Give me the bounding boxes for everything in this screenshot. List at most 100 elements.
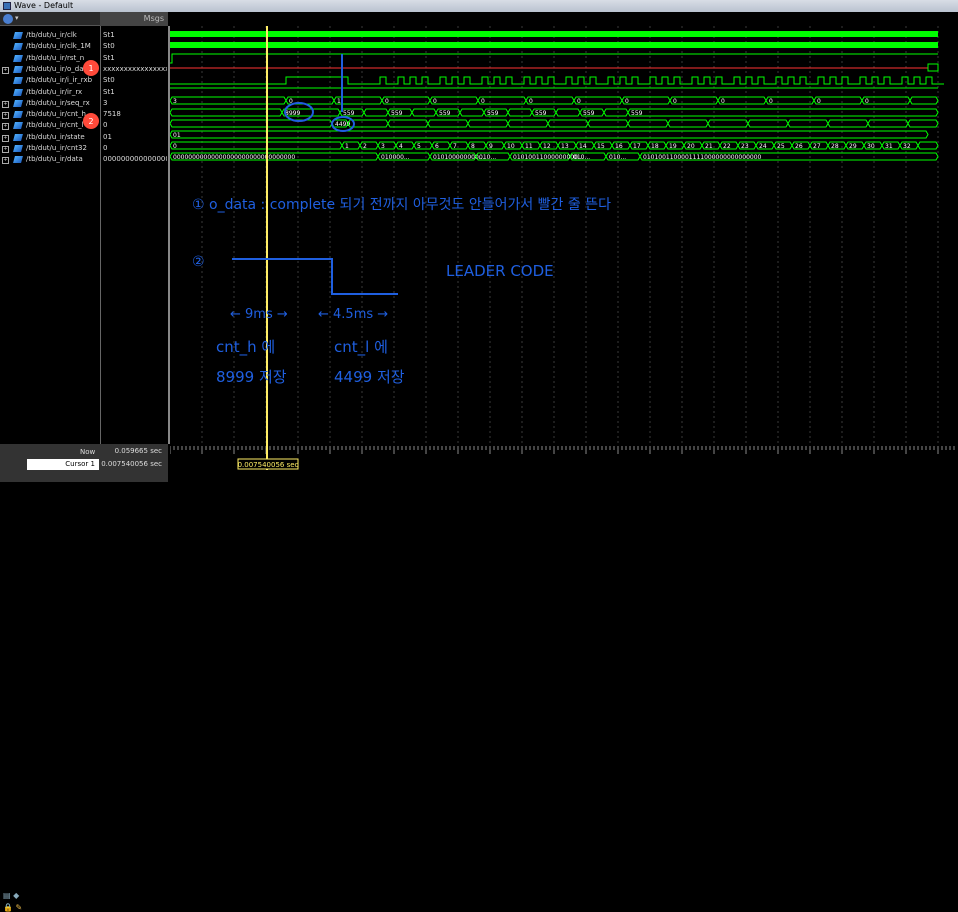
bus-label: 18 bbox=[651, 143, 659, 150]
bus-segment bbox=[627, 119, 669, 128]
bus-label: 0 bbox=[173, 143, 177, 150]
bus-label: 1 bbox=[337, 98, 341, 105]
bus-segment bbox=[765, 96, 815, 105]
signal-row[interactable]: /tb/dut/u_ir/clk_1M bbox=[0, 41, 100, 52]
signal-row[interactable]: + /tb/dut/u_ir/cnt32 bbox=[0, 143, 100, 154]
bus-segment bbox=[381, 96, 431, 105]
bus-label: 2 bbox=[363, 143, 367, 150]
bus-label: 559 bbox=[439, 110, 451, 117]
bus-label: 8 bbox=[471, 143, 475, 150]
signal-row[interactable]: /tb/dut/u_ir/clk bbox=[0, 30, 100, 41]
bus-label: 0 bbox=[481, 98, 485, 105]
bus-label: 010... bbox=[609, 154, 626, 161]
bus-segment bbox=[787, 119, 829, 128]
expand-toggle-icon[interactable]: + bbox=[2, 146, 9, 153]
bus-label: 0 bbox=[721, 98, 725, 105]
expand-toggle-icon[interactable]: + bbox=[2, 123, 9, 131]
wave-clk bbox=[170, 31, 938, 37]
bus-label: 0 bbox=[817, 98, 821, 105]
bus-label: 1 bbox=[345, 143, 349, 150]
signal-name: /tb/dut/u_ir/rst_n bbox=[26, 53, 85, 62]
timeline-ruler[interactable]: 0.007540056 sec bbox=[170, 444, 958, 482]
note-2-marker: ② bbox=[192, 254, 205, 270]
signal-row[interactable]: + /tb/dut/u_ir/state bbox=[0, 132, 100, 143]
bus-segment bbox=[170, 108, 283, 117]
signal-name: /tb/dut/u_ir/state bbox=[26, 132, 85, 141]
bus-segment bbox=[363, 108, 389, 117]
bus-segment bbox=[170, 141, 343, 150]
duration-high: ← 9ms → bbox=[230, 307, 288, 322]
bus-segment bbox=[507, 108, 533, 117]
zoom-icon[interactable] bbox=[3, 14, 13, 24]
signal-value: 0 bbox=[103, 121, 108, 130]
now-value: 0.059665 sec bbox=[114, 447, 162, 455]
cursor-label[interactable]: Cursor 1 bbox=[27, 459, 99, 470]
cursor-lock-icon[interactable]: 🔒 ✎ bbox=[3, 903, 22, 912]
now-icon: ▤ ◆ bbox=[3, 891, 20, 900]
wave-i-ir-rxb bbox=[170, 76, 944, 85]
bus-segment bbox=[507, 119, 549, 128]
signal-name: /tb/dut/u_ir/ir_rx bbox=[26, 87, 83, 96]
bus-label: 22 bbox=[723, 143, 731, 150]
bus-label: 0 bbox=[529, 98, 533, 105]
signal-name: /tb/dut/u_ir/clk_1M bbox=[26, 42, 91, 51]
bus-segment bbox=[603, 108, 629, 117]
bus-segment bbox=[525, 96, 575, 105]
cnt-l-store: 4499 저장 bbox=[334, 368, 405, 386]
bus-label: 9 bbox=[489, 143, 493, 150]
bus-label: 559 bbox=[535, 110, 547, 117]
window-title: Wave - Default bbox=[14, 1, 74, 10]
signal-name: /tb/dut/u_ir/clk bbox=[26, 31, 77, 39]
cnt-h-store: 8999 저장 bbox=[216, 368, 287, 386]
bus-label: 010... bbox=[479, 154, 496, 161]
signal-row[interactable]: + /tb/dut/u_ir/data bbox=[0, 154, 100, 165]
bus-segment bbox=[170, 130, 929, 139]
bus-segment bbox=[573, 96, 623, 105]
bus-label: 4 bbox=[399, 143, 403, 150]
bus-label: 20 bbox=[687, 143, 695, 150]
badge-2-text: 2 bbox=[88, 117, 93, 126]
expand-toggle-icon[interactable]: + bbox=[2, 112, 9, 120]
bus-segment bbox=[411, 108, 437, 117]
bus-label: 17 bbox=[633, 143, 641, 150]
bus-label: 559 bbox=[487, 110, 499, 117]
bus-label: 559 bbox=[583, 110, 595, 117]
bus-label: 559 bbox=[343, 110, 355, 117]
signal-value: St1 bbox=[103, 31, 115, 39]
signal-value: St1 bbox=[103, 53, 115, 62]
bus-label: 6 bbox=[435, 143, 439, 150]
expand-toggle-icon[interactable]: + bbox=[2, 134, 9, 142]
badge-layer: 1 2 bbox=[83, 60, 99, 129]
bus-label: 0 bbox=[433, 98, 437, 105]
expand-toggle-icon[interactable]: + bbox=[2, 100, 9, 108]
bus-label: 21 bbox=[705, 143, 713, 150]
bus-label: 11 bbox=[525, 143, 533, 150]
signal-icon bbox=[13, 111, 23, 119]
chevron-down-icon[interactable]: ▾ bbox=[15, 14, 19, 22]
bus-label: 0 bbox=[769, 98, 773, 105]
bus-segment bbox=[170, 96, 287, 105]
bus-label: 3 bbox=[381, 143, 385, 150]
signal-name: /tb/dut/u_ir/cnt_l bbox=[26, 121, 84, 130]
waveform-pane[interactable]: 3 0 1 0 0 0 0 0 0 0 0 0 0 08999 559 559 559 559 559 559 5594… bbox=[170, 26, 958, 444]
bus-segment bbox=[429, 96, 479, 105]
bus-label: 19 bbox=[669, 143, 677, 150]
signal-value: 0000000000000000... bbox=[103, 155, 167, 164]
bus-label: 3 bbox=[173, 98, 177, 105]
bus-segment bbox=[477, 96, 527, 105]
bus-label: 14 bbox=[579, 143, 587, 150]
cnt-h-label: cnt_h 에 bbox=[216, 338, 275, 357]
bus-label: 010000... bbox=[381, 154, 410, 161]
expand-toggle-icon[interactable]: + bbox=[2, 157, 9, 165]
cursor-tag-text: 0.007540056 sec bbox=[238, 461, 299, 469]
bus-segment bbox=[467, 119, 509, 128]
expand-toggle-icon[interactable]: + bbox=[2, 66, 9, 74]
bus-label: 25 bbox=[777, 143, 785, 150]
bus-label: 0101001100001111000000000000000 bbox=[643, 154, 762, 161]
note-1: ① o_data : complete 되기 전까지 아무것도 안들어가서 빨간… bbox=[192, 197, 611, 213]
signal-icon bbox=[13, 32, 23, 39]
cursor-value: 0.007540056 sec bbox=[101, 460, 162, 468]
bus-label: 15 bbox=[597, 143, 605, 150]
bus-segment bbox=[627, 108, 939, 117]
bus-segment bbox=[747, 119, 789, 128]
